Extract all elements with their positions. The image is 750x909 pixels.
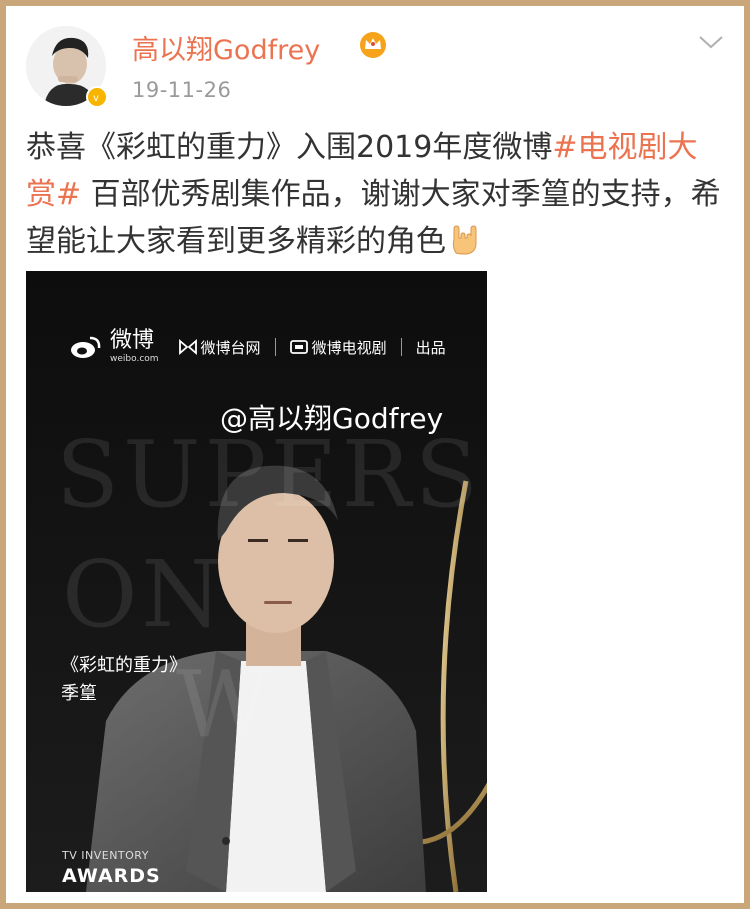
brand-weibo-tv-label: 微博电视剧 [311,338,387,357]
background-word: SUPERS [56,421,482,528]
post-text: 恭喜《彩虹的重力》入围2019年度微博#电视剧大赏# 百部优秀剧集作品，谢谢大家… [26,124,726,265]
awards-subtitle: TV INVENTORY [62,849,149,862]
post-text-prefix: 恭喜《彩虹的重力》入围2019年度微博 [26,130,553,165]
brand-weibo-taiwang: 微博台网 [178,337,261,358]
brand-divider [400,338,402,356]
show-title: 《彩虹的重力》 [61,655,187,676]
post-timestamp: 19-11-26 [132,78,232,102]
username[interactable]: 高以翔Godfrey [132,28,320,67]
background-word: W [176,651,275,758]
chevron-down-icon[interactable] [698,34,724,50]
mention-text: @高以翔Godfrey [220,402,444,435]
weibo-logo-text: 微博 [110,328,155,353]
bowtie-icon [178,339,197,355]
brand-produced: 出品 [415,338,446,357]
brand-row: 微博 weibo.com 微博台网 微博电视剧 出品 [70,329,446,365]
tv-icon [289,340,308,354]
weibo-logo-icon [71,336,101,358]
weibo-domain: weibo.com [110,354,159,364]
brand-weibo-taiwang-label: 微博台网 [200,338,261,357]
brand-divider [274,338,276,356]
brand-weibo-tv: 微博电视剧 [289,337,387,358]
post-text-suffix: 百部优秀剧集作品，谢谢大家对季篁的支持，希望能让大家看到更多精彩的角色 [26,177,721,259]
role-name: 季篁 [61,683,97,704]
weibo-post-card: v 高以翔Godfrey 19-11-26 恭喜《彩虹的重力》入围2019年度微… [6,6,744,903]
svg-text:v: v [93,93,99,103]
verified-badge-icon: v [86,86,108,108]
background-word: ON [62,541,226,648]
rock-hand-emoji-icon [452,225,477,255]
crown-icon [360,32,386,58]
awards-title: AWARDS [62,865,161,887]
weibo-wordmark: 微博 weibo.com [110,328,159,365]
post-image[interactable]: SUPERS ON W 微博 weibo.com 微博台网 微博电视剧 出品 @… [26,271,487,892]
